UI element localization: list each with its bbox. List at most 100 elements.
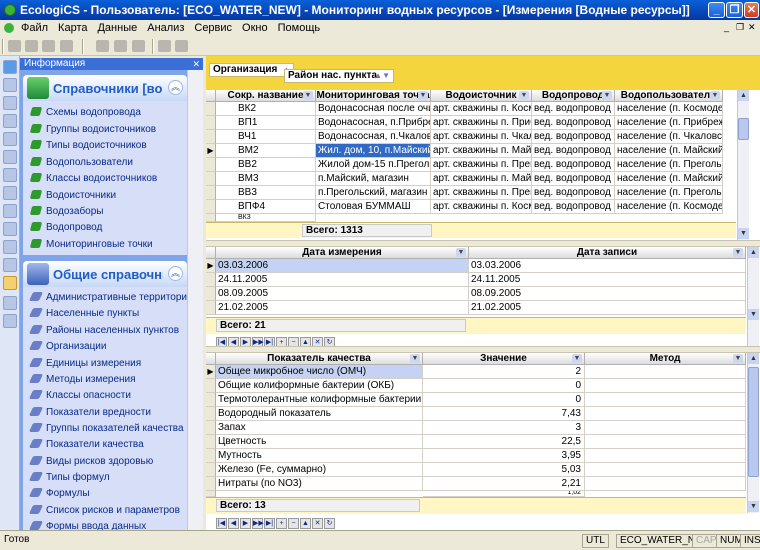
menu-service[interactable]: Сервис (189, 20, 237, 36)
nav-item-input-forms[interactable]: Формы ввода данных (28, 519, 146, 530)
menu-analysis[interactable]: Анализ (142, 20, 189, 36)
cell[interactable]: 0 (423, 393, 585, 407)
map-tool-icon[interactable] (3, 60, 17, 74)
quality-grid-scrollbar[interactable]: ▲ ▼ (747, 353, 759, 513)
grid-icon[interactable] (158, 40, 171, 52)
cell[interactable]: ВК3 (216, 214, 316, 222)
cell[interactable]: п.Майский, магазин (316, 172, 431, 186)
cell[interactable]: вед. водопровод п. П (532, 116, 615, 130)
cell[interactable]: ВМ3 (216, 172, 316, 186)
cell[interactable]: 2,21 (423, 477, 585, 491)
group-chip-organization[interactable]: Организация▲ (209, 63, 295, 77)
group-chip-district[interactable]: Район нас. пункта ▲▼ (284, 69, 394, 83)
col-header-water-pipe[interactable]: Водопровод ▼ (532, 90, 615, 102)
cell[interactable]: 7,43 (423, 407, 585, 421)
search-icon[interactable] (3, 222, 17, 236)
cell[interactable]: 21.02.2005 (469, 301, 746, 315)
nav-item-harm-indicators[interactable]: Показатели вредности (28, 405, 151, 421)
collapse-icon[interactable]: ︽ (168, 266, 183, 281)
menu-data[interactable]: Данные (92, 20, 142, 36)
cell[interactable]: население (п. Майский) (615, 144, 723, 158)
cell[interactable] (585, 477, 746, 491)
col-header-method[interactable]: Метод ▼ (585, 353, 746, 365)
cell[interactable]: 5,03 (423, 463, 585, 477)
post-button[interactable]: ▲ (300, 518, 311, 529)
save-icon[interactable] (175, 40, 188, 52)
cell[interactable]: вед. водопровод п. П (532, 186, 615, 200)
nav-item-health-risks[interactable]: Виды рисков здоровью (28, 454, 153, 470)
last-record-button[interactable]: ▶| (264, 518, 275, 529)
cell[interactable]: 03.03.2006 (216, 259, 469, 273)
nav-item-water-intakes[interactable]: Водозаборы (29, 204, 103, 220)
export-icon[interactable] (3, 314, 17, 328)
cell[interactable]: арт. скважины п. Косм. (431, 102, 532, 116)
nav-item-methods[interactable]: Методы измерения (28, 372, 136, 388)
cell[interactable]: 08.09.2005 (469, 287, 746, 301)
nav-item-monitoring-points[interactable]: Мониторинговые точки (29, 237, 153, 253)
cell[interactable]: 24.11.2005 (469, 273, 746, 287)
cell[interactable]: 3,95 (423, 449, 585, 463)
cell[interactable]: население (п. Майский) (615, 172, 723, 186)
refresh-button[interactable]: ↻ (324, 518, 335, 529)
menu-help[interactable]: Помощь (273, 20, 326, 36)
cell[interactable]: арт. скважины п. Майск (431, 172, 532, 186)
cell[interactable]: население (п. Космодемьян (615, 102, 723, 116)
col-header-monitoring-point[interactable]: Мониторинговая точка ▼ (316, 90, 431, 102)
cell[interactable]: ВП1 (216, 116, 316, 130)
cell[interactable]: вед. водопровод п. П (532, 158, 615, 172)
cell[interactable]: население (п. Прегольский) (615, 186, 723, 200)
doc-minimize-icon[interactable]: _ (724, 22, 729, 32)
doc-restore-icon[interactable]: ❐ (736, 22, 744, 33)
menu-map[interactable]: Карта (53, 20, 92, 36)
col-header-measure-date[interactable]: Дата измерения ▼ (216, 247, 469, 259)
cell[interactable]: Мутность (216, 449, 423, 463)
measure-icon[interactable] (3, 168, 17, 182)
cell[interactable]: вед. водопровод п. М (532, 144, 615, 158)
nav-item-water-users[interactable]: Водопользователи (29, 155, 133, 171)
group-header-water-refs[interactable]: Справочники [во... ︽ (23, 75, 187, 101)
cell[interactable] (585, 449, 746, 463)
cell[interactable]: арт. скважины п. Чкалов (431, 130, 532, 144)
cell[interactable] (585, 407, 746, 421)
nav-item-settlement-districts[interactable]: Районы населенных пунктов (28, 323, 179, 339)
pan-icon[interactable] (3, 132, 17, 146)
select-icon[interactable] (3, 150, 17, 164)
cell[interactable]: Цветность (216, 435, 423, 449)
cell[interactable]: Жилой дом-15 п.Прегольский (316, 158, 431, 172)
cell[interactable]: 0 (423, 379, 585, 393)
group-header-common-refs[interactable]: Общие справочни... ︽ (23, 261, 187, 287)
minimize-button[interactable]: _ (708, 2, 725, 18)
cell[interactable]: 2 (423, 365, 585, 379)
cell[interactable]: вед. водопровод п. М (532, 172, 615, 186)
cell[interactable]: Общее микробное число (ОМЧ) (216, 365, 423, 379)
cell[interactable]: Водонасосная после очистки, (316, 102, 431, 116)
copy-icon[interactable] (25, 40, 38, 52)
cell[interactable]: арт. скважины п. Майск (431, 144, 532, 158)
undo-icon[interactable] (60, 40, 73, 52)
col-header-value[interactable]: Значение ▼ (423, 353, 585, 365)
cut-icon[interactable] (8, 40, 21, 52)
first-record-button[interactable]: |◀ (216, 518, 227, 529)
nav-item-quality-groups[interactable]: Группы показателей качества (28, 421, 184, 437)
menu-file[interactable]: Файл (16, 20, 53, 36)
cell[interactable]: 21.02.2005 (216, 301, 469, 315)
cell[interactable]: арт. скважины п. Прибре (431, 116, 532, 130)
cell[interactable]: арт. скважины п. Космо (431, 200, 532, 214)
nav-item-source-types[interactable]: Типы водоисточников (29, 138, 147, 154)
nav-item-admin-territories[interactable]: Административные территории (28, 290, 187, 306)
info-icon[interactable] (3, 186, 17, 200)
nav-item-source-groups[interactable]: Группы водоисточников (29, 122, 156, 138)
cancel-button[interactable]: ✕ (312, 518, 323, 529)
cell[interactable]: вед. водопровод п. Ч (532, 130, 615, 144)
cell[interactable]: Водонасосная, п.Прибрежный (316, 116, 431, 130)
cell[interactable]: ВМ2 (216, 144, 316, 158)
cell[interactable]: население (п. Прегольский) (615, 158, 723, 172)
delete-icon[interactable] (114, 40, 127, 52)
cell[interactable]: арт. скважины п. Прегол (431, 158, 532, 172)
cell[interactable]: Общие колиформные бактерии (ОКБ) (216, 379, 423, 393)
cell[interactable] (585, 435, 746, 449)
cell[interactable]: 24.11.2005 (216, 273, 469, 287)
cell[interactable] (585, 365, 746, 379)
pointer-tool-icon[interactable] (3, 78, 17, 92)
filter-icon[interactable] (3, 240, 17, 254)
